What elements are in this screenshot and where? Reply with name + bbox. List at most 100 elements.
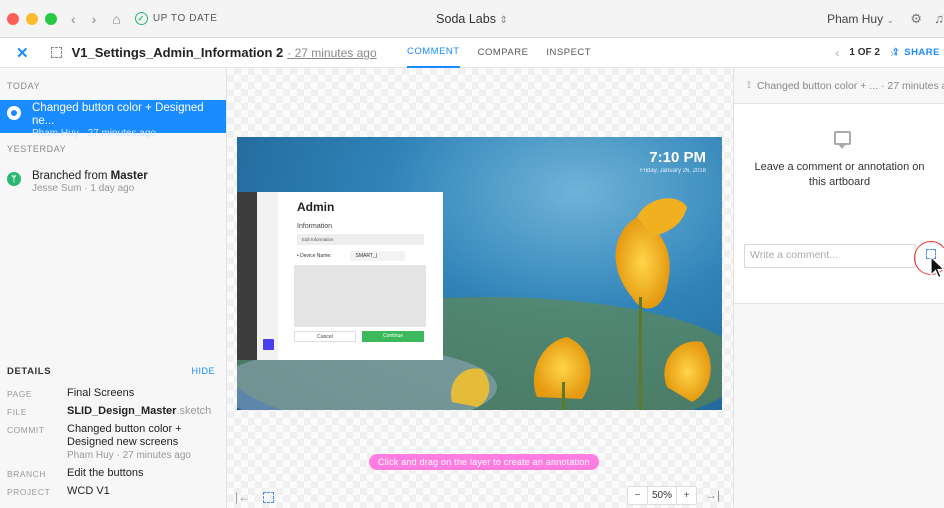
branch-meta: Jesse Sum · 1 day ago: [32, 183, 135, 194]
commit-meta: Pham Huy · 27 minutes ago: [67, 450, 191, 461]
details-panel: DETAILS HIDE PAGE Final Screens FILE SLI…: [0, 360, 226, 498]
commit-meta: Pham Huy · 27 minutes ago: [32, 128, 156, 139]
comments-empty-state: Leave a comment or annotation on this ar…: [754, 161, 925, 188]
comment-input[interactable]: Write a comment...: [744, 244, 916, 268]
detail-row-page: PAGE Final Screens: [0, 387, 226, 400]
branch-title-name: Master: [110, 170, 148, 182]
comments-header-text: Changed button color + ... · 27 minutes …: [756, 79, 944, 92]
mockup-edit-info: Edit Information: [297, 234, 424, 245]
branch-title-prefix: Branched from: [32, 170, 111, 182]
project-name[interactable]: Soda Labs: [436, 12, 496, 26]
sync-status: ✓ UP TO DATE: [134, 12, 218, 25]
detail-key: FILE: [7, 407, 27, 417]
tab-inspect[interactable]: INSPECT: [546, 38, 591, 68]
share-icon: ⇪: [891, 47, 901, 58]
collapse-right-icon[interactable]: →|: [705, 488, 720, 502]
commit-item-branch[interactable]: ᛘ Branched from Master Jesse Sum · 1 day…: [0, 168, 226, 198]
file-extension: .sketch: [176, 405, 212, 417]
details-title: DETAILS: [7, 365, 52, 377]
zoom-control: − 50% +: [627, 486, 697, 505]
mockup-device-row: • Device Name: SMART_|: [297, 251, 443, 261]
page-indicator: 1 OF 2: [849, 47, 880, 58]
window-titlebar: ‹ › ⌂ ✓ UP TO DATE Soda Labs ⇕ Pham Huy …: [0, 0, 944, 38]
back-arrow-icon[interactable]: ‹: [71, 11, 76, 27]
commit-item-selected[interactable]: Changed button color + Designed ne... Ph…: [0, 100, 226, 139]
commit-node-icon: ⟟: [747, 79, 751, 91]
settings-gear-icon[interactable]: ⚙: [910, 11, 922, 27]
commit-message-line1: Changed button color +: [67, 423, 182, 435]
detail-value: WCD V1: [67, 485, 110, 497]
mockup-active-icon: [263, 339, 274, 350]
comment-bubble-icon: [834, 131, 851, 149]
chevron-down-icon[interactable]: ⌄: [886, 15, 894, 25]
home-icon[interactable]: ⌂: [112, 11, 120, 27]
zoom-level: 50%: [647, 487, 677, 504]
section-yesterday: YESTERDAY: [7, 144, 67, 154]
lockscreen-clock: 7:10 PM Friday, January 26, 2018: [640, 149, 706, 174]
zoom-in-button[interactable]: +: [677, 487, 696, 504]
annotation-tool-icon[interactable]: [263, 492, 274, 503]
notification-bell-icon[interactable]: ♫: [934, 11, 944, 26]
document-timestamp[interactable]: · 27 minutes ago: [287, 46, 376, 60]
forward-arrow-icon[interactable]: ›: [92, 11, 97, 27]
mockup-dark-sidebar: [237, 192, 257, 360]
detail-key: COMMIT: [7, 425, 45, 435]
comments-header: ⟟ Changed button color + ... · 27 minute…: [734, 68, 944, 104]
admin-settings-mockup: Admin Information Edit Information • Dev…: [237, 192, 443, 360]
close-window-button[interactable]: [7, 12, 19, 25]
document-title: V1_Settings_Admin_Information 2: [71, 45, 284, 60]
mockup-cancel-button: Cancel: [294, 331, 356, 342]
mockup-info-heading: Information: [297, 223, 333, 230]
user-menu[interactable]: Pham Huy ⌄: [827, 12, 894, 26]
detail-key: PROJECT: [7, 487, 51, 497]
detail-row-project: PROJECT WCD V1: [0, 485, 226, 498]
mockup-keyboard: [294, 265, 426, 327]
document-toolbar: ✕ V1_Settings_Admin_Information 2 · 27 m…: [0, 38, 944, 68]
share-button[interactable]: ⇪ SHARE: [892, 47, 940, 58]
commit-radio-icon: [7, 106, 21, 120]
commit-title: Changed button color + Designed ne...: [32, 102, 204, 127]
file-name: SLID_Design_Master: [67, 405, 177, 417]
detail-value: Final Screens: [67, 387, 135, 399]
maximize-window-button[interactable]: [45, 12, 57, 25]
hide-details-button[interactable]: HIDE: [191, 366, 215, 376]
detail-key: BRANCH: [7, 469, 46, 479]
view-tabs: COMMENT COMPARE INSPECT: [407, 38, 591, 68]
history-sidebar: TODAY Changed button color + Designed ne…: [0, 68, 227, 508]
detail-value: Edit the buttons: [67, 467, 144, 479]
check-circle-icon: ✓: [134, 12, 148, 25]
detail-row-file: FILE SLID_Design_Master.sketch: [0, 405, 226, 418]
minimize-window-button[interactable]: [26, 12, 38, 25]
detail-row-commit: COMMIT Changed button color + Designed n…: [0, 423, 226, 462]
previous-page-icon[interactable]: ‹: [835, 46, 839, 60]
tab-comment[interactable]: COMMENT: [407, 38, 460, 68]
user-name[interactable]: Pham Huy: [827, 12, 883, 26]
close-icon[interactable]: ✕: [16, 44, 29, 62]
artboard-icon: [50, 47, 62, 58]
comments-panel: ⟟ Changed button color + ... · 27 minute…: [733, 68, 944, 508]
mockup-device-input: SMART_|: [349, 251, 405, 261]
mockup-continue-button: Continue: [362, 331, 424, 342]
mockup-device-label: • Device Name:: [297, 253, 332, 259]
mouse-cursor-icon: [930, 256, 944, 279]
artboard-preview[interactable]: 7:10 PM Friday, January 26, 2018 Admin I…: [237, 137, 722, 410]
zoom-out-button[interactable]: −: [628, 487, 647, 504]
annotation-hint: Click and drag on the layer to create an…: [369, 454, 599, 470]
share-label: SHARE: [904, 47, 940, 58]
window-controls: [7, 12, 57, 25]
branch-icon: ᛘ: [7, 172, 21, 186]
mockup-admin-title: Admin: [297, 200, 335, 214]
detail-row-branch: BRANCH Edit the buttons: [0, 467, 226, 480]
clock-date: Friday, January 26, 2018: [640, 168, 706, 174]
clock-time: 7:10 PM: [649, 149, 706, 166]
section-today: TODAY: [7, 81, 41, 91]
mockup-admin-panel: Admin Information Edit Information • Dev…: [278, 192, 443, 360]
tab-compare[interactable]: COMPARE: [478, 38, 529, 68]
collapse-left-icon[interactable]: |←: [235, 490, 250, 504]
artboard-canvas[interactable]: 7:10 PM Friday, January 26, 2018 Admin I…: [227, 68, 733, 508]
artboard-pager: ‹ 1 OF 2 ›: [835, 46, 894, 60]
canvas-bottom-bar: |← − 50% + →|: [227, 486, 733, 508]
updown-chevron-icon[interactable]: ⇕: [499, 15, 507, 26]
detail-key: PAGE: [7, 389, 32, 399]
mockup-icon-column: [257, 192, 278, 360]
